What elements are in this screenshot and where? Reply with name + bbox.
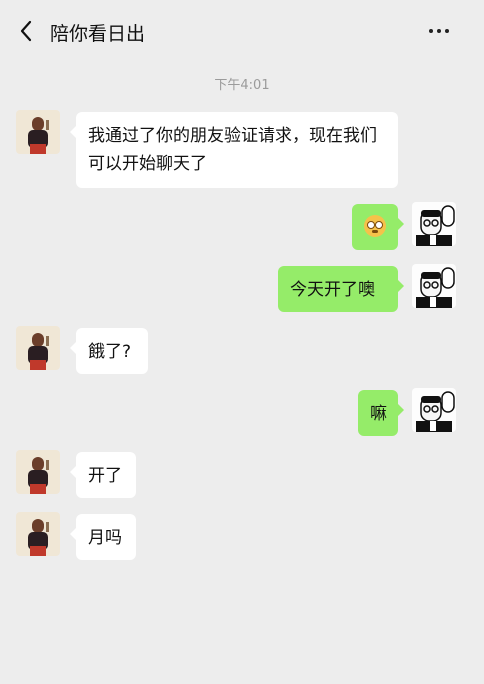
incoming-message-bubble[interactable]: 餓了? (70, 328, 148, 374)
more-dot (445, 29, 449, 33)
message-text: 月吗 (88, 528, 122, 548)
message-text: 餓了? (88, 342, 132, 362)
message-text: 我通过了你的朋友验证请求，现在我们可以开始聊天了 (88, 126, 377, 174)
my-avatar-image (412, 202, 456, 246)
contact-avatar[interactable] (16, 110, 60, 154)
surprised-face-emoji-icon (364, 215, 386, 237)
message-text: 今天开了噢 (290, 280, 375, 300)
incoming-message-bubble[interactable]: 开了 (70, 452, 136, 498)
message-timestamp: 下午4:01 (214, 78, 270, 93)
my-avatar[interactable] (412, 202, 456, 246)
my-avatar[interactable] (412, 388, 456, 432)
more-dot (437, 29, 441, 33)
back-chevron-icon (20, 20, 32, 42)
contact-avatar[interactable] (16, 326, 60, 370)
back-button[interactable] (14, 18, 38, 44)
contact-avatar-image (16, 512, 60, 556)
more-button[interactable] (424, 20, 454, 42)
contact-avatar-image (16, 450, 60, 494)
my-avatar[interactable] (412, 264, 456, 308)
contact-avatar-image (16, 110, 60, 154)
contact-avatar[interactable] (16, 450, 60, 494)
incoming-message-bubble[interactable]: 月吗 (70, 514, 136, 560)
my-avatar-image (412, 264, 456, 308)
outgoing-emoji-bubble[interactable] (352, 204, 404, 250)
chat-header: 陪你看日出 (0, 0, 484, 62)
incoming-message-bubble[interactable]: 我通过了你的朋友验证请求，现在我们可以开始聊天了 (70, 112, 398, 188)
message-text: 开了 (88, 466, 122, 486)
message-text: 嘛 (370, 404, 387, 424)
my-avatar-image (412, 388, 456, 432)
more-dots-icon (429, 29, 433, 33)
outgoing-message-bubble[interactable]: 今天开了噢 (278, 266, 404, 312)
contact-avatar[interactable] (16, 512, 60, 556)
contact-avatar-image (16, 326, 60, 370)
outgoing-message-bubble[interactable]: 嘛 (358, 390, 404, 436)
chat-title: 陪你看日出 (50, 23, 146, 45)
